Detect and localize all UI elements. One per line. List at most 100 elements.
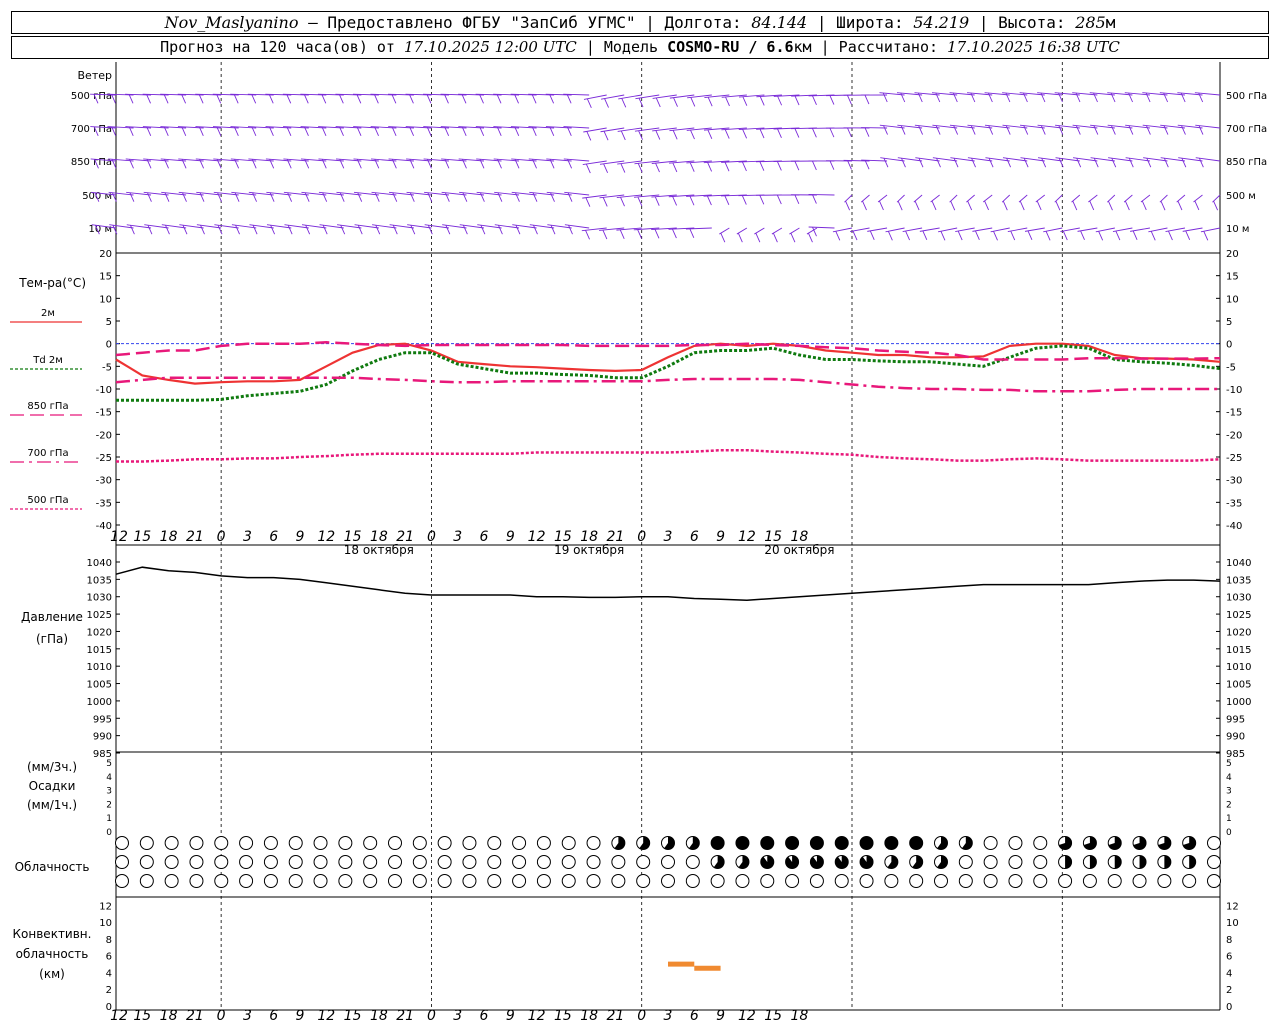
hour-tick-label: 12 xyxy=(738,1008,756,1024)
cloud-cover-symbol xyxy=(363,874,378,888)
wind-barb-feather xyxy=(970,92,976,103)
wind-barb-feather xyxy=(1203,231,1209,241)
hour-tick-label: 15 xyxy=(764,1008,782,1024)
hour-tick-label: 15 xyxy=(554,1008,572,1024)
wind-barb-feather xyxy=(268,94,274,104)
wind-barb-feather xyxy=(829,160,835,170)
cloud-cover-fill xyxy=(1164,855,1171,869)
wind-barb-feather xyxy=(550,225,556,235)
wind-barb-feather xyxy=(1045,231,1051,241)
wind-barb-feather xyxy=(602,229,608,240)
temp-legend-label: 700 гПа xyxy=(27,448,68,459)
hour-tick-label: 6 xyxy=(480,529,489,545)
wind-barb-feather xyxy=(479,192,485,202)
precip-tick-label: 0 xyxy=(106,828,112,838)
cloud-cover-symbol xyxy=(139,855,154,869)
wind-barb-feather xyxy=(604,98,609,108)
hour-tick-label: 0 xyxy=(637,1008,646,1024)
cloud-cover-symbol xyxy=(189,836,204,850)
hour-tick-label: 12 xyxy=(528,1008,546,1024)
wind-barb-feather xyxy=(251,94,257,104)
convective-tick-label-right: 6 xyxy=(1226,952,1232,963)
hour-tick-label: 18 xyxy=(160,529,178,545)
precip-tick-label: 1 xyxy=(106,814,112,824)
precip-tick-label-right: 1 xyxy=(1226,814,1232,824)
wind-barb-feather xyxy=(777,128,782,139)
cloud-cover-symbol xyxy=(983,874,998,888)
cloud-cover-symbol xyxy=(785,874,800,888)
hour-tick-label: 0 xyxy=(427,529,436,545)
temp-tick-label-right: 0 xyxy=(1226,340,1232,351)
wind-barb-feather xyxy=(182,225,188,235)
wind-barb-feather xyxy=(812,194,817,204)
cloud-cover-symbol xyxy=(313,855,328,869)
wind-barb-feather xyxy=(270,225,276,235)
cloud-cover-symbol xyxy=(462,874,477,888)
cloud-cover-symbol xyxy=(512,855,527,869)
cloud-cover-symbol xyxy=(1033,855,1048,869)
wind-barb-feather xyxy=(445,225,451,235)
wind-barb-feather xyxy=(882,92,888,103)
temp-tick-label: 5 xyxy=(106,317,112,328)
wind-barb-feather xyxy=(812,95,817,105)
cloud-cover-symbol xyxy=(1107,874,1122,888)
cloud-cover-symbol xyxy=(214,836,229,850)
wind-barb-feather xyxy=(373,94,379,104)
wind-barb-feather xyxy=(845,200,851,211)
wind-barb-feather xyxy=(742,129,748,139)
temp-legend-label: 850 гПа xyxy=(27,401,68,412)
wind-barb-feather xyxy=(1185,230,1191,241)
cloud-cover-symbol xyxy=(313,874,328,888)
wind-barb-feather xyxy=(967,200,973,211)
precip-tick-label: 4 xyxy=(106,773,112,783)
wind-barb-feather xyxy=(957,230,963,241)
wind-barb-feather xyxy=(900,92,906,103)
wind-level-label-right: 850 гПа xyxy=(1226,157,1267,168)
wind-barb-feather xyxy=(585,163,591,174)
wind-barb-feather xyxy=(953,158,959,168)
wind-barb-feather xyxy=(971,158,976,168)
convective-tick-label-right: 8 xyxy=(1226,935,1232,946)
wind-barb-feather xyxy=(707,195,712,206)
precip-tick-label-right: 5 xyxy=(1226,759,1232,769)
wind-barb-feather xyxy=(672,196,678,206)
wind-barb-feather xyxy=(689,196,695,206)
cloud-cover-symbol xyxy=(487,874,502,888)
wind-barb-feather xyxy=(1080,230,1085,241)
cloud-cover-symbol xyxy=(586,836,601,850)
wind-barb-feather xyxy=(1163,125,1169,135)
wind-level-label-right: 10 м xyxy=(1226,224,1249,235)
wind-barb-feather xyxy=(864,94,870,105)
pressure-tick-label: 1025 xyxy=(87,610,112,621)
hour-tick-label: 18 xyxy=(791,1008,809,1024)
wind-barb-feather xyxy=(1072,200,1078,211)
wind-barb-feather xyxy=(689,162,695,172)
convective-tick-label-right: 12 xyxy=(1226,901,1239,912)
wind-barb-feather xyxy=(742,96,748,106)
hour-tick-label: 9 xyxy=(506,1008,515,1024)
temp-tick-label-right: 5 xyxy=(1226,317,1232,328)
wind-barb-feather xyxy=(883,158,889,168)
wind-barb-feather xyxy=(233,94,239,104)
cloud-cover-symbol xyxy=(388,874,402,888)
cloud-cover-symbol xyxy=(164,836,179,850)
hour-tick-label: 21 xyxy=(186,529,204,545)
wind-barb-feather xyxy=(869,230,875,241)
wind-barb-feather xyxy=(918,125,924,135)
wind-barb-feather xyxy=(1002,200,1008,211)
temp-tick-label: -35 xyxy=(96,498,112,509)
wind-barb-feather xyxy=(887,231,893,241)
wind-barb-feather xyxy=(305,225,311,235)
wind-barb-feather xyxy=(914,200,920,211)
hour-tick-label: 6 xyxy=(269,1008,278,1024)
temp-legend-label: 500 гПа xyxy=(27,495,68,506)
wind-barb-feather xyxy=(689,228,695,239)
wind-barb-feather xyxy=(655,97,661,108)
cloud-cover-symbol xyxy=(611,874,626,888)
wind-barb-feather xyxy=(269,192,275,202)
wind-barb-feather xyxy=(1181,158,1187,168)
wind-barb-feather xyxy=(794,128,800,138)
convective-title-2: облачность xyxy=(16,947,89,961)
wind-barb-feather xyxy=(461,94,467,104)
hour-tick-label: 6 xyxy=(690,1008,699,1024)
